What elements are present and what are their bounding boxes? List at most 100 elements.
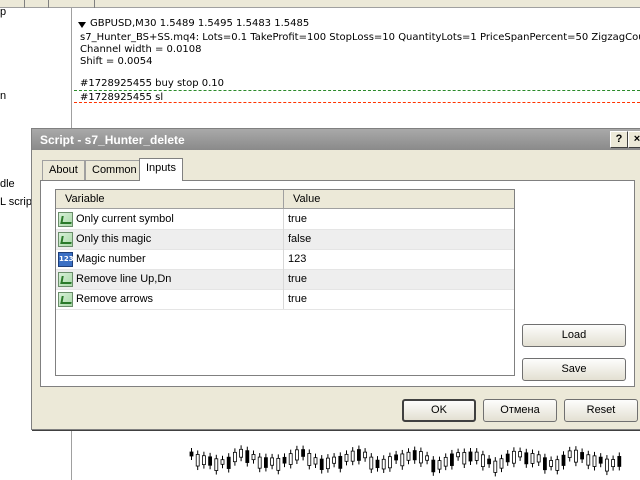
- candle-body: [604, 458, 609, 472]
- row-variable: Remove line Up,Dn: [76, 273, 172, 285]
- candle-body: [189, 451, 194, 457]
- candle-body: [195, 454, 200, 467]
- candle-body: [530, 453, 535, 464]
- candle-body: [412, 450, 417, 461]
- candle-body: [542, 457, 547, 471]
- row-value[interactable]: 123: [288, 253, 306, 265]
- candlestick-series: [189, 445, 622, 477]
- candle-body: [592, 455, 597, 467]
- number-icon: 123: [58, 252, 74, 267]
- candle-body: [437, 460, 442, 470]
- chart-header: GBPUSD,M30 1.5489 1.5495 1.5483 1.5485: [90, 18, 310, 29]
- inputs-table[interactable]: Variable Value Only current symbol true …: [55, 189, 515, 376]
- bool-icon: [58, 232, 73, 247]
- candle-body: [233, 451, 237, 463]
- column-divider: [283, 209, 284, 309]
- help-button[interactable]: ?: [610, 131, 628, 148]
- buy-stop-line[interactable]: [74, 90, 640, 91]
- candle-body: [505, 453, 510, 463]
- candle-body: [201, 455, 206, 466]
- column-header-variable[interactable]: Variable: [56, 190, 284, 209]
- table-row[interactable]: Only this magic false: [56, 230, 514, 250]
- candle-body: [518, 451, 523, 458]
- column-header-value[interactable]: Value: [284, 190, 514, 209]
- row-value[interactable]: true: [288, 213, 307, 225]
- candle-body: [356, 449, 361, 461]
- order-buy-label: #1728925455 buy stop 0.10: [80, 78, 225, 89]
- candle-body: [406, 451, 411, 461]
- dialog-title: Script - s7_Hunter_delete: [40, 133, 185, 147]
- candle-body: [468, 451, 473, 462]
- candle-body: [288, 453, 293, 465]
- candle-body: [549, 460, 554, 467]
- candle-body: [251, 454, 256, 461]
- shift-text: Shift = 0.0054: [80, 56, 153, 67]
- ok-button[interactable]: OK: [402, 399, 476, 422]
- row-variable: Magic number: [76, 253, 146, 265]
- candle-body: [301, 449, 305, 457]
- candle-body: [313, 457, 318, 465]
- tab-inputs[interactable]: Inputs: [139, 158, 183, 181]
- candle-body: [462, 452, 467, 465]
- candle-body: [536, 454, 541, 463]
- tab-about[interactable]: About: [42, 160, 85, 180]
- table-row[interactable]: Remove arrows true: [56, 290, 514, 310]
- table-row[interactable]: Only current symbol true: [56, 210, 514, 230]
- candle-body: [431, 459, 436, 473]
- candle-body: [239, 448, 243, 458]
- stop-loss-line[interactable]: [74, 102, 640, 103]
- load-button[interactable]: Load: [522, 324, 626, 347]
- candle-body: [307, 453, 312, 466]
- candle-body: [598, 456, 603, 464]
- bool-icon: [58, 292, 73, 307]
- candle-body: [375, 459, 380, 469]
- navigator-item-fragment[interactable]: L script: [0, 196, 35, 208]
- row-value[interactable]: true: [288, 273, 307, 285]
- candle-body: [387, 456, 392, 469]
- table-row[interactable]: 123 Magic number 123: [56, 250, 514, 270]
- row-variable: Only current symbol: [76, 213, 174, 225]
- candle-body: [443, 456, 448, 467]
- bool-icon: [58, 272, 73, 287]
- collapse-triangle-icon[interactable]: [78, 22, 86, 28]
- table-row[interactable]: Remove line Up,Dn true: [56, 270, 514, 290]
- close-button[interactable]: ×: [628, 131, 640, 148]
- candle-body: [499, 458, 504, 469]
- candle-body: [363, 451, 368, 459]
- candle-body: [394, 454, 399, 461]
- reset-button[interactable]: Reset: [564, 399, 638, 422]
- candle-body: [276, 457, 281, 471]
- tab-common[interactable]: Common: [85, 160, 144, 180]
- dialog-titlebar[interactable]: Script - s7_Hunter_delete ? ×: [32, 129, 640, 150]
- navigator-item-fragment[interactable]: p: [0, 6, 6, 18]
- candle-body: [245, 450, 250, 463]
- candle-body: [418, 451, 423, 464]
- script-dialog: Script - s7_Hunter_delete ? × About Comm…: [31, 128, 640, 430]
- save-button[interactable]: Save: [522, 358, 626, 381]
- candle-body: [257, 456, 262, 469]
- bool-icon: [58, 212, 73, 227]
- row-value[interactable]: false: [288, 233, 311, 245]
- candle-body: [561, 454, 566, 466]
- candle-body: [493, 460, 498, 473]
- candle-body: [555, 459, 560, 471]
- candle-body: [567, 450, 572, 458]
- candle-body: [332, 456, 337, 464]
- candle-body: [487, 458, 492, 465]
- candle-body: [220, 459, 225, 465]
- row-value[interactable]: true: [288, 293, 307, 305]
- candle-body: [573, 449, 578, 463]
- candle-body: [325, 457, 330, 470]
- candle-body: [282, 456, 287, 464]
- candle-body: [338, 455, 343, 469]
- cancel-button[interactable]: Отмена: [483, 399, 557, 422]
- candle-body: [474, 451, 479, 461]
- indicator-params: s7_Hunter_BS+SS.mq4: Lots=0.1 TakeProfit…: [80, 32, 640, 43]
- inputs-tab-page: Variable Value Only current symbol true …: [40, 180, 635, 387]
- candle-body: [295, 449, 299, 461]
- candle-body: [456, 452, 461, 458]
- navigator-toolbar: [0, 0, 72, 8]
- navigator-item-fragment[interactable]: dle: [0, 178, 15, 190]
- navigator-item-fragment[interactable]: n: [0, 90, 6, 102]
- candle-body: [369, 456, 374, 470]
